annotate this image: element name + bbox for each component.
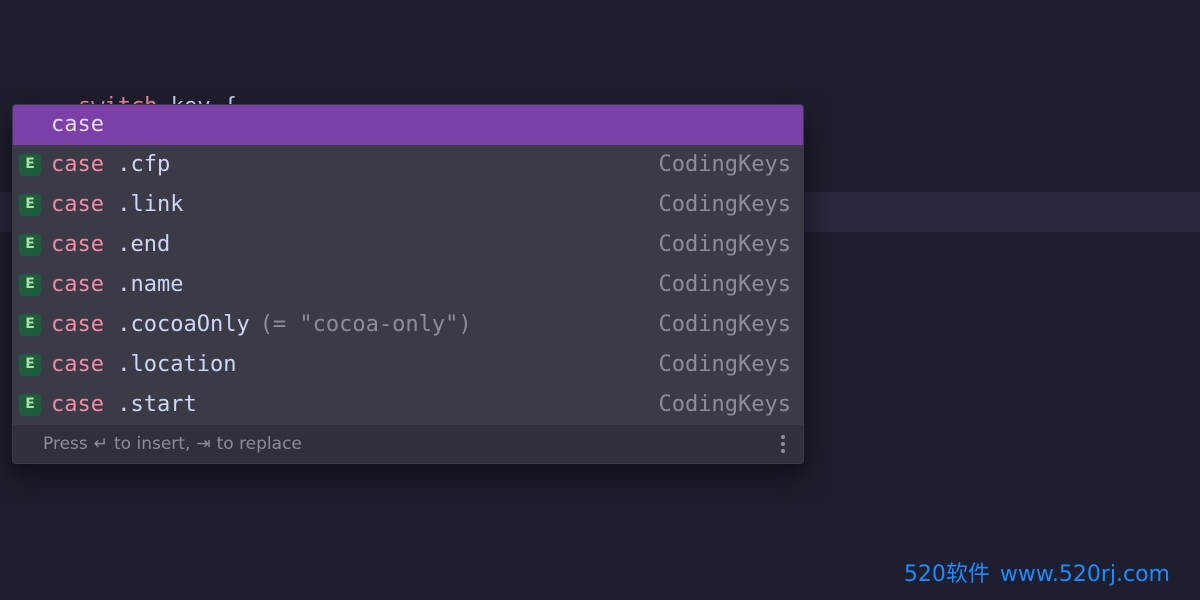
suggestion-row[interactable]: case xyxy=(13,105,803,145)
enum-badge: E xyxy=(19,314,41,336)
suggestion-member: .location xyxy=(117,348,236,382)
suggestion-type: CodingKeys xyxy=(659,148,791,182)
suggestion-keyword: case xyxy=(51,188,104,222)
suggestion-member: .cfp xyxy=(117,148,170,182)
enum-badge: E xyxy=(19,154,41,176)
enum-badge: E xyxy=(19,274,41,296)
more-options-icon[interactable] xyxy=(777,431,789,457)
tab-key-icon: ⇥ xyxy=(196,431,210,457)
enter-key-icon: ↵ xyxy=(94,431,108,457)
suggestion-row[interactable]: E case .link CodingKeys xyxy=(13,185,803,225)
suggestion-row[interactable]: E case .start CodingKeys xyxy=(13,385,803,425)
suggestion-keyword: case xyxy=(51,268,104,302)
footer-text: to replace xyxy=(217,431,302,457)
suggestion-row[interactable]: E case .location CodingKeys xyxy=(13,345,803,385)
suggestion-type: CodingKeys xyxy=(659,308,791,342)
suggestion-keyword: case xyxy=(51,308,104,342)
watermark-link: www.520rj.com xyxy=(1000,558,1170,592)
suggestion-type: CodingKeys xyxy=(659,188,791,222)
enum-badge: E xyxy=(19,354,41,376)
suggestion-member: .name xyxy=(117,268,183,302)
suggestion-row[interactable]: E case .name CodingKeys xyxy=(13,265,803,305)
suggestion-type: CodingKeys xyxy=(659,348,791,382)
suggestion-keyword: case xyxy=(51,108,104,142)
suggestion-row[interactable]: E case .cocoaOnly (= "cocoa-only") Coding… xyxy=(13,305,803,345)
suggestion-member: .cocoaOnly xyxy=(117,308,249,342)
footer-text: Press xyxy=(43,431,88,457)
code-completion-popup[interactable]: case E case .cfp CodingKeys E case .link… xyxy=(12,104,804,464)
suggestion-type: CodingKeys xyxy=(659,388,791,422)
watermark: 520软件 www.520rj.com xyxy=(904,558,1170,592)
footer-text: to insert, xyxy=(114,431,190,457)
enum-badge: E xyxy=(19,194,41,216)
enum-badge xyxy=(19,114,41,136)
suggestion-row[interactable]: E case .end CodingKeys xyxy=(13,225,803,265)
suggestion-type: CodingKeys xyxy=(659,268,791,302)
suggestion-keyword: case xyxy=(51,228,104,262)
watermark-text: 520软件 xyxy=(904,558,990,592)
suggestion-footer: Press ↵ to insert, ⇥ to replace xyxy=(13,425,803,463)
suggestion-member: .start xyxy=(117,388,196,422)
suggestion-type: CodingKeys xyxy=(659,228,791,262)
suggestion-keyword: case xyxy=(51,348,104,382)
suggestion-keyword: case xyxy=(51,388,104,422)
suggestion-raw-value: (= "cocoa-only") xyxy=(260,308,472,342)
enum-badge: E xyxy=(19,394,41,416)
enum-badge: E xyxy=(19,234,41,256)
suggestion-member: .link xyxy=(117,188,183,222)
suggestion-member: .end xyxy=(117,228,170,262)
suggestion-keyword: case xyxy=(51,148,104,182)
suggestion-row[interactable]: E case .cfp CodingKeys xyxy=(13,145,803,185)
